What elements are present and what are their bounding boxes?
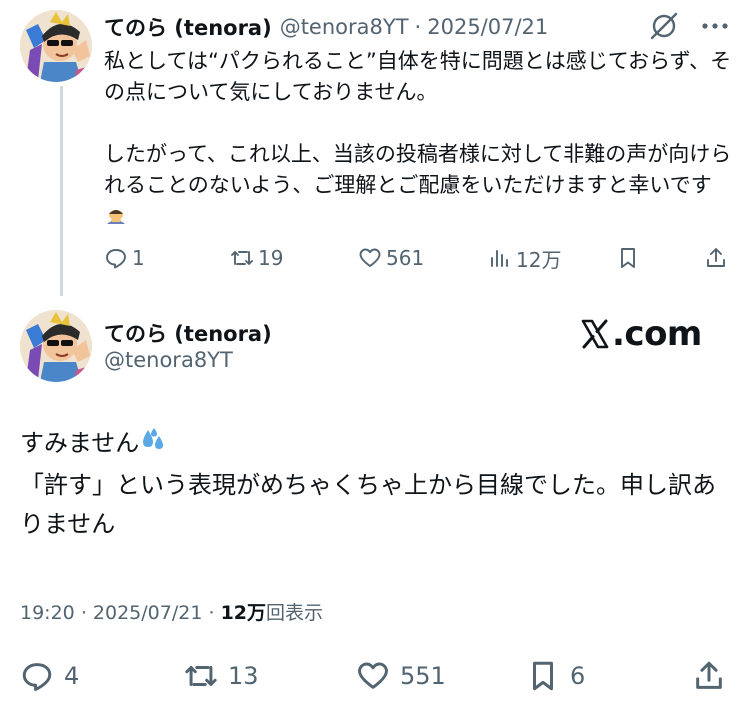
like-count: 551 [400, 662, 446, 690]
tweet-paragraph: すみません [20, 424, 720, 466]
x-logo-icon [581, 319, 609, 349]
bookmark-count: 6 [570, 662, 586, 690]
meta-separator: · [80, 602, 87, 624]
author-handle[interactable]: @tenora8YT [104, 348, 233, 372]
reply-count: 4 [64, 662, 80, 690]
avatar-illustration [20, 10, 92, 82]
reply-button[interactable]: 4 [20, 655, 79, 697]
parent-tweet-text: 私としては“パクられること”自体を特に問題とは感じておらず、その点について気にし… [104, 46, 734, 235]
repost-icon [185, 666, 217, 686]
repost-icon [231, 251, 253, 265]
parent-tweet-header: てのら (tenora) @tenora8YT · 2025/07/21 [104, 10, 724, 44]
views-label: 回表示 [266, 602, 324, 624]
reply-button[interactable]: 1 [104, 240, 145, 276]
share-icon [707, 248, 725, 267]
meta-separator: · [414, 15, 422, 39]
bookmark-button[interactable]: 6 [526, 655, 585, 697]
views-button[interactable]: 12万 [488, 240, 561, 276]
share-icon [696, 661, 722, 689]
post-date[interactable]: 2025/07/21 [93, 602, 203, 624]
bowing-person-emoji [104, 202, 128, 235]
tweet-paragraph: 私としては“パクられること”自体を特に問題とは感じておらず、その点について気にし… [104, 49, 732, 104]
thread-connector-line [60, 86, 63, 296]
like-count: 561 [386, 246, 425, 270]
bookmark-button[interactable] [616, 240, 640, 276]
like-button[interactable]: 561 [358, 240, 424, 276]
view-count: 12万 [516, 247, 562, 272]
watermark-text: .com [612, 314, 702, 354]
bookmark-icon [621, 248, 635, 268]
repost-count: 13 [228, 662, 259, 690]
bookmark-icon [533, 661, 553, 691]
tweet-paragraph-text: したがって、これ以上、当該の投稿者様に対して非難の声が向けられることのないよう、… [104, 142, 732, 197]
sweat-droplets-emoji [139, 426, 167, 466]
parent-tweet-actions: 1 19 561 12万 [104, 240, 734, 276]
heart-icon [359, 248, 381, 267]
reply-icon [22, 663, 52, 691]
post-time[interactable]: 19:20 [20, 602, 75, 624]
author-display-name[interactable]: てのら (tenora) [104, 12, 272, 42]
tweet-paragraph: したがって、これ以上、当該の投稿者様に対して非難の声が向けられることのないよう、… [104, 139, 734, 235]
share-button[interactable] [692, 655, 726, 697]
avatar[interactable] [20, 310, 92, 382]
main-tweet-actions: 4 13 551 6 [20, 655, 740, 697]
repost-button[interactable]: 19 [230, 240, 283, 276]
avatar[interactable] [20, 10, 92, 82]
analytics-icon [491, 250, 508, 267]
like-button[interactable]: 551 [356, 655, 446, 697]
post-date[interactable]: 2025/07/21 [427, 15, 548, 39]
repost-count: 19 [258, 246, 284, 270]
share-button[interactable] [704, 240, 728, 276]
post-metadata: 19:20 · 2025/07/21 · 12万回表示 [20, 598, 323, 625]
meta-separator: · [208, 602, 215, 624]
repost-button[interactable]: 13 [184, 655, 259, 697]
views-count: 12万 [220, 602, 267, 624]
author-handle[interactable]: @tenora8YT [280, 15, 409, 39]
heart-icon [358, 662, 388, 689]
avatar-illustration [20, 310, 92, 382]
reply-count: 1 [132, 246, 145, 270]
grok-icon[interactable] [648, 10, 680, 42]
more-options-icon[interactable] [700, 16, 730, 36]
reply-icon [106, 249, 126, 269]
author-display-name[interactable]: てのら (tenora) [104, 318, 272, 348]
tweet-paragraph-text: すみません [20, 429, 140, 457]
x-com-watermark: .com [580, 314, 702, 354]
main-tweet-text: すみません 「許す」という表現がめちゃくちゃ上から目線でした。申し訳ありません [20, 424, 720, 544]
tweet-paragraph: 「許す」という表現がめちゃくちゃ上から目線でした。申し訳ありません [20, 471, 716, 538]
